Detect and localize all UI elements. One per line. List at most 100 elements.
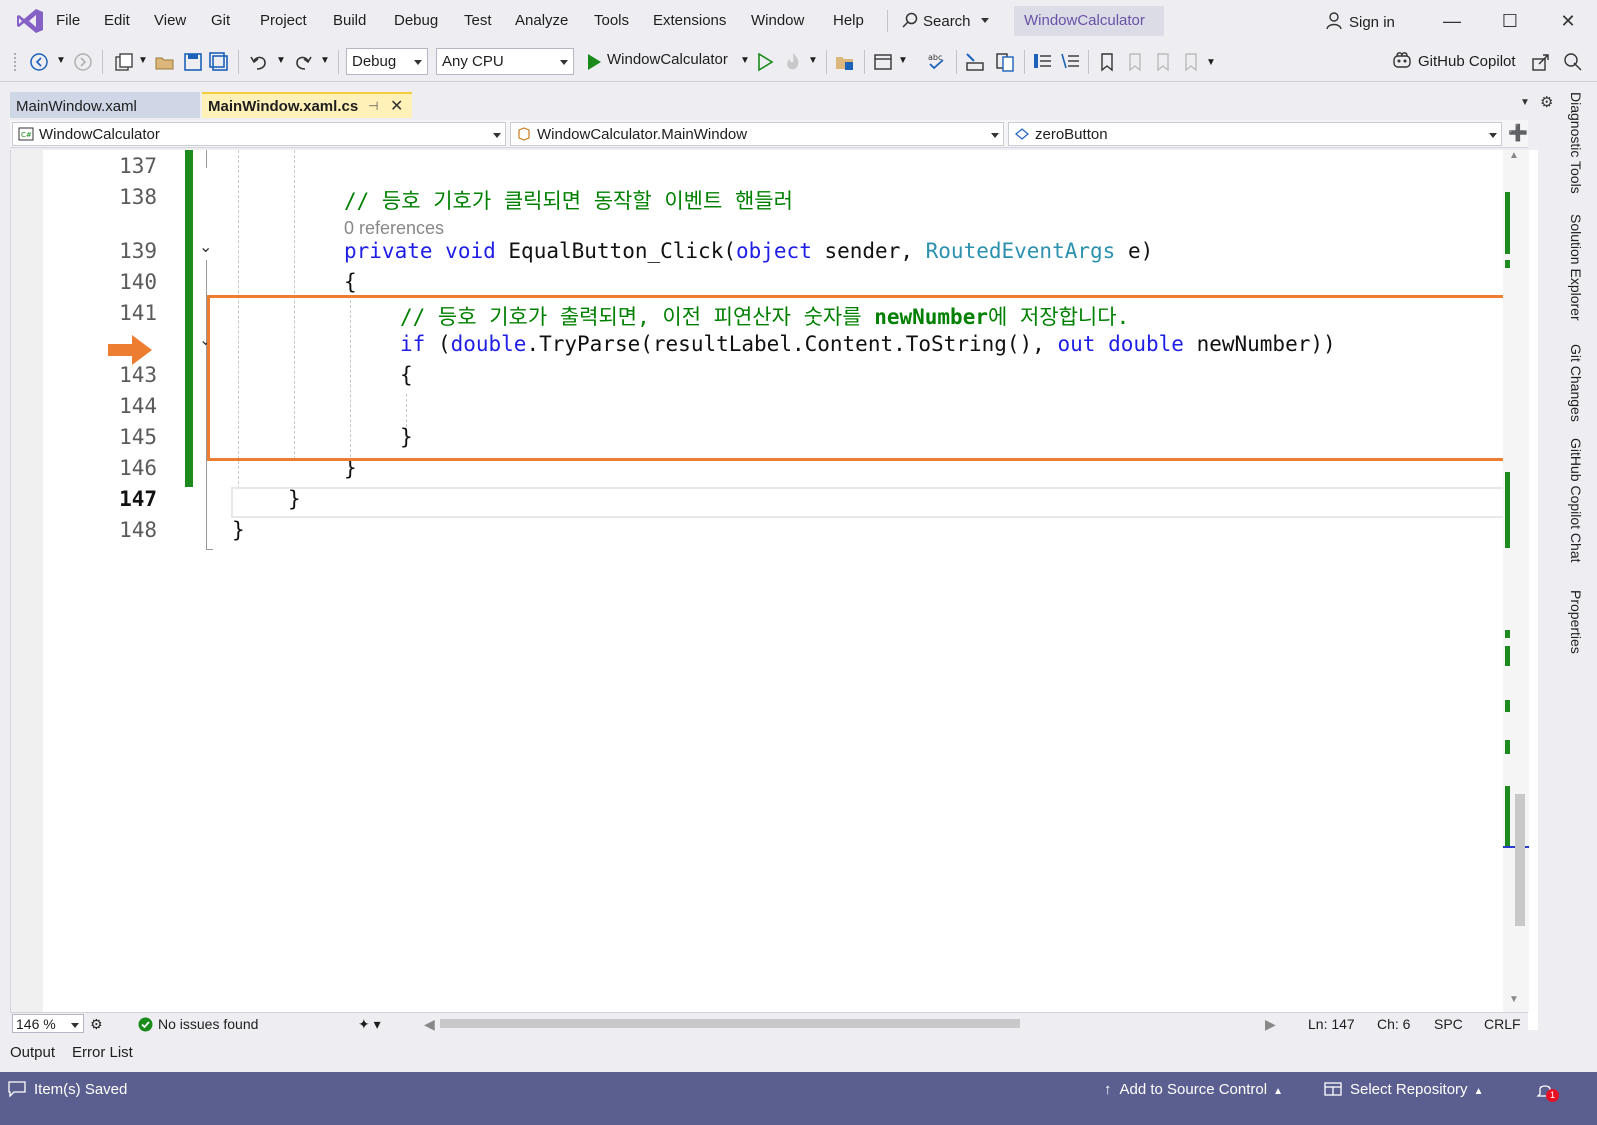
project-dropdown[interactable]: C# WindowCalculator	[12, 122, 506, 146]
find-in-files-icon[interactable]	[964, 51, 986, 73]
tab-output[interactable]: Output	[10, 1044, 55, 1061]
menu-file[interactable]: File	[56, 12, 80, 29]
menu-view[interactable]: View	[154, 12, 186, 29]
zoom-select[interactable]: 146 %	[12, 1014, 84, 1033]
codelens-references[interactable]: 0 references	[344, 218, 444, 239]
tab-solution-explorer[interactable]: Solution Explorer	[1568, 214, 1584, 321]
spacing-indicator[interactable]: SPC	[1434, 1016, 1463, 1032]
hot-reload-icon[interactable]	[782, 51, 804, 73]
tab-github-copilot-chat[interactable]: GitHub Copilot Chat	[1568, 438, 1584, 563]
vertical-scrollbar[interactable]: ▲ ▼	[1503, 150, 1529, 1012]
settings-gear-icon[interactable]: ⚙	[1540, 93, 1553, 111]
spell-check-icon[interactable]: abc	[926, 51, 948, 73]
toolbar-separator	[238, 50, 239, 74]
bookmark-icon[interactable]	[1096, 51, 1118, 73]
undo-icon[interactable]	[248, 51, 270, 73]
save-all-icon[interactable]	[208, 51, 230, 73]
menu-project[interactable]: Project	[260, 12, 307, 29]
tab-mainwindow-xaml-cs[interactable]: MainWindow.xaml.cs ⊣ ✕	[202, 92, 412, 118]
search-button[interactable]: Search	[902, 12, 989, 30]
pin-icon[interactable]: ⊣	[368, 99, 378, 113]
navigate-forward-icon[interactable]	[72, 51, 94, 73]
scroll-thumb[interactable]	[1515, 794, 1525, 926]
intellicode-icon[interactable]: ⚙	[90, 1016, 103, 1033]
chevron-down-icon[interactable]: ▼	[740, 55, 750, 66]
github-copilot-button[interactable]: GitHub Copilot	[1392, 51, 1516, 70]
feedback-icon[interactable]	[1562, 51, 1584, 73]
chevron-down-icon[interactable]: ▼	[808, 55, 818, 66]
previous-bookmark-icon[interactable]	[1124, 51, 1146, 73]
new-project-icon[interactable]	[112, 51, 134, 73]
next-bookmark-icon[interactable]	[1152, 51, 1174, 73]
chevron-down-icon[interactable]: ▼	[138, 55, 148, 66]
notification-badge: 1	[1546, 1089, 1559, 1102]
open-file-icon[interactable]	[154, 51, 176, 73]
menu-debug[interactable]: Debug	[394, 12, 438, 29]
copy-icon[interactable]	[994, 51, 1016, 73]
maximize-button[interactable]: ☐	[1496, 8, 1524, 34]
split-editor-icon[interactable]: ➕	[1508, 123, 1528, 143]
method-signature: private void EqualButton_Click(object se…	[344, 239, 1154, 263]
type-dropdown[interactable]: WindowCalculator.MainWindow	[510, 122, 1004, 146]
tab-mainwindow-xaml[interactable]: MainWindow.xaml	[10, 92, 200, 118]
code-cleanup-icon[interactable]: ✦ ▾	[358, 1016, 381, 1033]
close-tab-icon[interactable]: ✕	[390, 96, 403, 116]
chevron-down-icon[interactable]: ▼	[56, 55, 66, 66]
menu-tools[interactable]: Tools	[594, 12, 629, 29]
redo-icon[interactable]	[292, 51, 314, 73]
select-repository-button[interactable]: Select Repository ▲	[1324, 1081, 1483, 1098]
share-icon[interactable]	[1530, 51, 1552, 73]
chevron-down-icon[interactable]: ▼	[898, 55, 908, 66]
solution-folder-icon[interactable]	[834, 51, 856, 73]
comment-lines-icon[interactable]	[1032, 51, 1054, 73]
clear-bookmarks-icon[interactable]	[1180, 51, 1202, 73]
menu-test[interactable]: Test	[464, 12, 492, 29]
tab-error-list[interactable]: Error List	[72, 1044, 133, 1061]
menu-extensions[interactable]: Extensions	[653, 12, 726, 29]
sign-in-button[interactable]: Sign in	[1326, 12, 1395, 31]
tab-properties[interactable]: Properties	[1568, 590, 1584, 654]
issues-indicator[interactable]: No issues found	[138, 1016, 258, 1032]
save-icon[interactable]	[182, 51, 204, 73]
line-number: 144	[119, 394, 157, 418]
add-to-source-control-button[interactable]: ↑ Add to Source Control ▲	[1104, 1081, 1283, 1098]
notifications-button[interactable]: 1	[1536, 1081, 1559, 1103]
start-debugging-icon[interactable]	[583, 51, 605, 73]
chevron-down-icon[interactable]: ▼	[320, 55, 330, 66]
minimize-button[interactable]: —	[1438, 8, 1466, 34]
navigate-back-icon[interactable]	[28, 51, 50, 73]
configuration-select[interactable]: Debug	[346, 48, 428, 75]
tab-list-chevron-icon[interactable]: ▼	[1520, 97, 1530, 108]
line-indicator[interactable]: Ln: 147	[1308, 1016, 1355, 1032]
menu-git[interactable]: Git	[211, 12, 230, 29]
scroll-up-icon[interactable]: ▲	[1509, 150, 1519, 161]
close-window-button[interactable]: ✕	[1554, 8, 1582, 34]
toolbar-separator	[864, 50, 865, 74]
execution-arrow-icon	[108, 335, 152, 365]
visual-studio-window: File Edit View Git Project Build Debug T…	[0, 0, 1597, 1125]
menu-window[interactable]: Window	[751, 12, 804, 29]
start-without-debugging-icon[interactable]	[754, 51, 776, 73]
start-target-button[interactable]: WindowCalculator	[607, 51, 728, 68]
scroll-right-icon[interactable]: ▶	[1265, 1016, 1276, 1033]
scroll-left-icon[interactable]: ◀	[424, 1016, 435, 1033]
tab-diagnostic-tools[interactable]: Diagnostic Tools	[1568, 92, 1584, 194]
layout-icon[interactable]	[872, 51, 894, 73]
scroll-down-icon[interactable]: ▼	[1509, 994, 1519, 1005]
chevron-down-icon[interactable]: ▼	[1206, 57, 1216, 68]
code-editor[interactable]: 137 138 // 등호 기호가 클릭되면 동작할 이벤트 핸들러 0 ref…	[10, 150, 1538, 1030]
horizontal-scroll-thumb[interactable]	[440, 1019, 1020, 1028]
menu-edit[interactable]: Edit	[104, 12, 130, 29]
line-ending-indicator[interactable]: CRLF	[1484, 1016, 1521, 1032]
menu-help[interactable]: Help	[833, 12, 864, 29]
uncomment-lines-icon[interactable]	[1060, 51, 1082, 73]
chevron-down-icon[interactable]: ▼	[276, 55, 286, 66]
menu-analyze[interactable]: Analyze	[515, 12, 568, 29]
change-marker	[1505, 700, 1510, 712]
tab-git-changes[interactable]: Git Changes	[1568, 344, 1584, 422]
member-dropdown[interactable]: zeroButton	[1008, 122, 1502, 146]
menu-build[interactable]: Build	[333, 12, 366, 29]
collapse-chevron-icon[interactable]: ⌄	[199, 237, 212, 257]
column-indicator[interactable]: Ch: 6	[1377, 1016, 1410, 1032]
platform-select[interactable]: Any CPU	[436, 48, 574, 75]
